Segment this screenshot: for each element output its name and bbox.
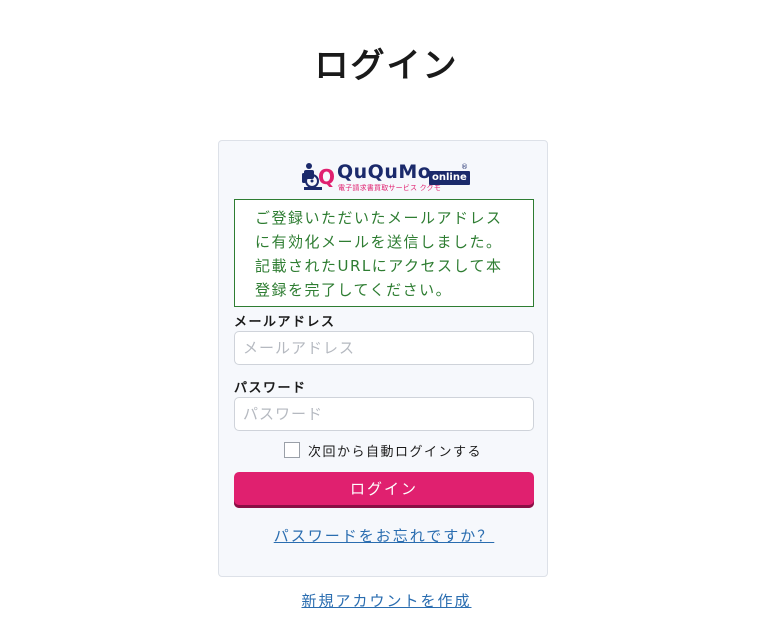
email-label: メールアドレス — [234, 315, 336, 330]
ququmo-logo: Q QuQuMo 電子請求書買取サービス ククモ online ® — [301, 161, 470, 193]
logo-online-badge: online — [429, 171, 470, 185]
remember-me-row[interactable]: 次回から自動ログインする — [284, 440, 482, 460]
email-input[interactable] — [234, 331, 534, 365]
forgot-password-link[interactable]: パスワードをお忘れですか？ — [219, 525, 549, 546]
remember-me-label[interactable]: 次回から自動ログインする — [308, 441, 482, 460]
login-card: Q QuQuMo 電子請求書買取サービス ククモ online ® ご登録いただ… — [218, 140, 548, 577]
password-label: パスワード — [234, 381, 307, 396]
login-button[interactable]: ログイン — [234, 472, 534, 508]
notice-line: ご登録いただいたメールアドレス — [255, 209, 503, 227]
logo-registered-mark: ® — [461, 163, 468, 171]
notice-line: 記載されたURLにアクセスして本 — [255, 257, 503, 275]
ququmo-logo-icon: Q — [302, 163, 335, 190]
logo-tagline: 電子請求書買取サービス ククモ — [338, 184, 441, 192]
logo-wordmark: QuQuMo — [337, 161, 432, 183]
remember-me-checkbox[interactable] — [284, 442, 300, 458]
notice-line: 登録を完了してください。 — [255, 281, 453, 299]
activation-notice: ご登録いただいたメールアドレス に有効化メールを送信しました。 記載されたURL… — [234, 199, 534, 307]
create-account-link[interactable]: 新規アカウントを作成 — [0, 590, 773, 611]
notice-line: に有効化メールを送信しました。 — [255, 233, 503, 251]
password-input[interactable] — [234, 397, 534, 431]
login-page: ログイン Q QuQuMo 電子請求書買取サービス ククモ online ® ご… — [0, 0, 773, 633]
page-title: ログイン — [314, 46, 459, 86]
svg-text:Q: Q — [318, 165, 335, 189]
